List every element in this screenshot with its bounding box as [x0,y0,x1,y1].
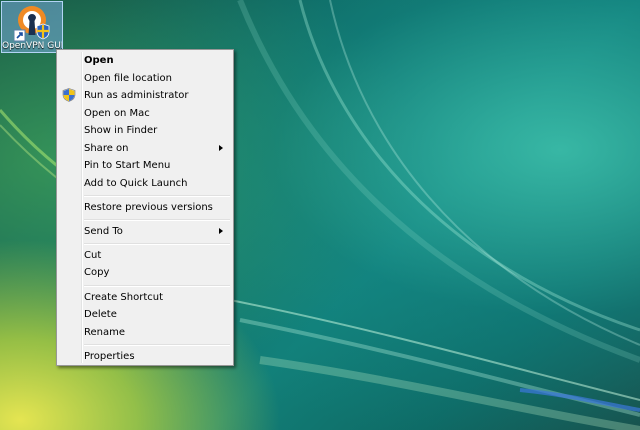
menu-item-pin-to-start-menu[interactable]: Pin to Start Menu [59,157,231,174]
menu-item-share-on[interactable]: Share on [59,140,231,157]
menu-item-label: Restore previous versions [84,202,213,213]
menu-separator [84,285,230,287]
menu-item-label: Send To [84,226,123,237]
menu-item-properties[interactable]: Properties [59,348,231,365]
menu-item-label: Pin to Start Menu [84,160,171,171]
submenu-arrow-icon [219,228,223,234]
uac-shield-icon [62,88,76,102]
menu-item-label: Create Shortcut [84,292,163,303]
menu-item-open-file-location[interactable]: Open file location [59,70,231,87]
menu-item-open-on-mac[interactable]: Open on Mac [59,105,231,122]
menu-item-show-in-finder[interactable]: Show in Finder [59,122,231,139]
menu-item-label: Rename [84,327,126,338]
menu-item-label: Add to Quick Launch [84,178,188,189]
menu-item-copy[interactable]: Copy [59,264,231,281]
menu-separator [84,243,230,245]
menu-item-delete[interactable]: Delete [59,306,231,323]
desktop-shortcut-label: OpenVPN GUI [2,41,62,51]
menu-item-cut[interactable]: Cut [59,247,231,264]
menu-item-label: Copy [84,267,110,278]
menu-item-restore-previous-versions[interactable]: Restore previous versions [59,199,231,216]
menu-separator [84,195,230,197]
menu-item-label: Cut [84,250,102,261]
menu-item-add-to-quick-launch[interactable]: Add to Quick Launch [59,175,231,192]
menu-item-label: Show in Finder [84,125,158,136]
desktop-shortcut-openvpn[interactable]: OpenVPN GUI [1,1,63,53]
menu-item-label: Delete [84,309,117,320]
menu-item-label: Share on [84,143,129,154]
menu-item-rename[interactable]: Rename [59,324,231,341]
submenu-arrow-icon [219,145,223,151]
menu-item-label: Properties [84,351,135,362]
menu-item-run-as-administrator[interactable]: Run as administrator [59,87,231,104]
menu-item-label: Open file location [84,73,172,84]
menu-item-label: Run as administrator [84,90,189,101]
menu-item-label: Open on Mac [84,108,150,119]
menu-item-open[interactable]: Open [59,52,231,69]
menu-item-create-shortcut[interactable]: Create Shortcut [59,289,231,306]
menu-item-label: Open [84,55,114,66]
desktop-wallpaper: OpenVPN GUI Open Open file location Run … [0,0,640,430]
openvpn-shortcut-icon [14,6,50,42]
context-menu: Open Open file location Run as administr… [56,49,234,366]
menu-item-send-to[interactable]: Send To [59,223,231,240]
menu-separator [84,344,230,346]
menu-separator [84,219,230,221]
